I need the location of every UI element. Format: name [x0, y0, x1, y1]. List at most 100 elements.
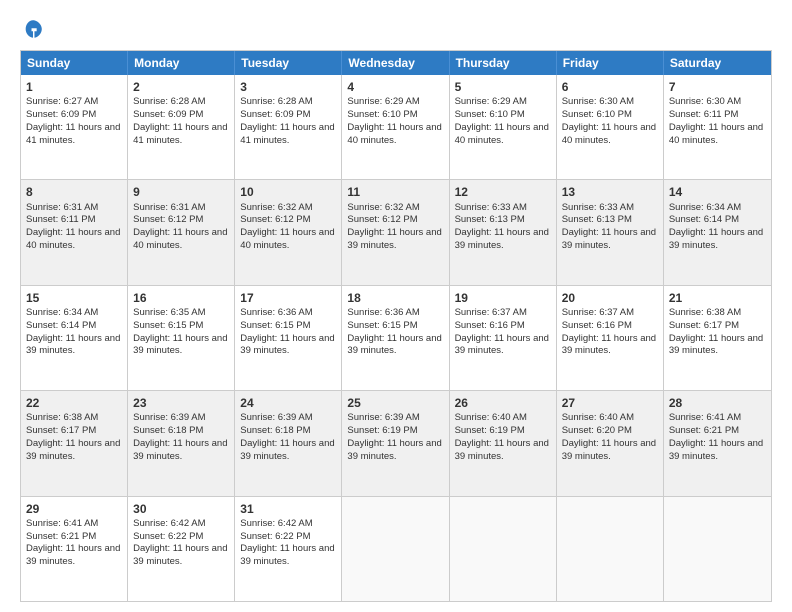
day-info: Sunset: 6:09 PM	[240, 109, 336, 122]
calendar-day-12: 12Sunrise: 6:33 AMSunset: 6:13 PMDayligh…	[450, 180, 557, 284]
header-cell-thursday: Thursday	[450, 51, 557, 75]
calendar-day-31: 31Sunrise: 6:42 AMSunset: 6:22 PMDayligh…	[235, 497, 342, 601]
calendar-day-4: 4Sunrise: 6:29 AMSunset: 6:10 PMDaylight…	[342, 75, 449, 179]
day-info: Sunset: 6:19 PM	[347, 425, 443, 438]
day-number: 13	[562, 184, 658, 200]
header	[20, 18, 772, 40]
header-cell-monday: Monday	[128, 51, 235, 75]
calendar-day-22: 22Sunrise: 6:38 AMSunset: 6:17 PMDayligh…	[21, 391, 128, 495]
day-info: Sunset: 6:13 PM	[562, 214, 658, 227]
day-info: Daylight: 11 hours and 39 minutes.	[562, 333, 658, 359]
day-info: Sunset: 6:10 PM	[347, 109, 443, 122]
calendar: SundayMondayTuesdayWednesdayThursdayFrid…	[20, 50, 772, 602]
day-info: Sunrise: 6:41 AM	[26, 518, 122, 531]
header-cell-saturday: Saturday	[664, 51, 771, 75]
calendar-week-2: 8Sunrise: 6:31 AMSunset: 6:11 PMDaylight…	[21, 179, 771, 284]
day-info: Daylight: 11 hours and 41 minutes.	[133, 122, 229, 148]
day-info: Sunrise: 6:27 AM	[26, 96, 122, 109]
day-number: 24	[240, 395, 336, 411]
calendar-day-28: 28Sunrise: 6:41 AMSunset: 6:21 PMDayligh…	[664, 391, 771, 495]
day-info: Sunset: 6:10 PM	[455, 109, 551, 122]
day-number: 20	[562, 290, 658, 306]
day-info: Sunset: 6:21 PM	[669, 425, 766, 438]
day-number: 10	[240, 184, 336, 200]
day-info: Sunrise: 6:34 AM	[669, 202, 766, 215]
day-info: Sunrise: 6:36 AM	[240, 307, 336, 320]
day-info: Sunset: 6:12 PM	[347, 214, 443, 227]
day-info: Sunrise: 6:42 AM	[240, 518, 336, 531]
day-number: 1	[26, 79, 122, 95]
day-info: Sunrise: 6:33 AM	[455, 202, 551, 215]
day-info: Sunrise: 6:29 AM	[347, 96, 443, 109]
day-info: Sunrise: 6:32 AM	[240, 202, 336, 215]
calendar-day-20: 20Sunrise: 6:37 AMSunset: 6:16 PMDayligh…	[557, 286, 664, 390]
day-number: 25	[347, 395, 443, 411]
day-info: Sunrise: 6:32 AM	[347, 202, 443, 215]
header-cell-wednesday: Wednesday	[342, 51, 449, 75]
day-info: Sunrise: 6:29 AM	[455, 96, 551, 109]
day-info: Daylight: 11 hours and 39 minutes.	[669, 333, 766, 359]
calendar-day-29: 29Sunrise: 6:41 AMSunset: 6:21 PMDayligh…	[21, 497, 128, 601]
calendar-day-13: 13Sunrise: 6:33 AMSunset: 6:13 PMDayligh…	[557, 180, 664, 284]
day-info: Daylight: 11 hours and 39 minutes.	[240, 438, 336, 464]
calendar-day-7: 7Sunrise: 6:30 AMSunset: 6:11 PMDaylight…	[664, 75, 771, 179]
day-info: Daylight: 11 hours and 39 minutes.	[347, 438, 443, 464]
calendar-day-25: 25Sunrise: 6:39 AMSunset: 6:19 PMDayligh…	[342, 391, 449, 495]
day-number: 23	[133, 395, 229, 411]
calendar-day-empty	[342, 497, 449, 601]
day-info: Daylight: 11 hours and 39 minutes.	[562, 438, 658, 464]
day-info: Sunrise: 6:28 AM	[240, 96, 336, 109]
calendar-body: 1Sunrise: 6:27 AMSunset: 6:09 PMDaylight…	[21, 75, 771, 601]
day-info: Daylight: 11 hours and 41 minutes.	[26, 122, 122, 148]
calendar-day-26: 26Sunrise: 6:40 AMSunset: 6:19 PMDayligh…	[450, 391, 557, 495]
day-info: Daylight: 11 hours and 39 minutes.	[562, 227, 658, 253]
calendar-week-5: 29Sunrise: 6:41 AMSunset: 6:21 PMDayligh…	[21, 496, 771, 601]
calendar-day-1: 1Sunrise: 6:27 AMSunset: 6:09 PMDaylight…	[21, 75, 128, 179]
day-info: Sunrise: 6:37 AM	[562, 307, 658, 320]
day-info: Daylight: 11 hours and 41 minutes.	[240, 122, 336, 148]
day-number: 3	[240, 79, 336, 95]
calendar-day-17: 17Sunrise: 6:36 AMSunset: 6:15 PMDayligh…	[235, 286, 342, 390]
header-cell-friday: Friday	[557, 51, 664, 75]
logo	[20, 18, 44, 40]
calendar-day-10: 10Sunrise: 6:32 AMSunset: 6:12 PMDayligh…	[235, 180, 342, 284]
day-info: Sunset: 6:18 PM	[240, 425, 336, 438]
calendar-day-27: 27Sunrise: 6:40 AMSunset: 6:20 PMDayligh…	[557, 391, 664, 495]
day-info: Sunset: 6:15 PM	[240, 320, 336, 333]
calendar-day-18: 18Sunrise: 6:36 AMSunset: 6:15 PMDayligh…	[342, 286, 449, 390]
day-number: 14	[669, 184, 766, 200]
day-number: 16	[133, 290, 229, 306]
day-info: Daylight: 11 hours and 39 minutes.	[669, 438, 766, 464]
calendar-day-5: 5Sunrise: 6:29 AMSunset: 6:10 PMDaylight…	[450, 75, 557, 179]
calendar-day-30: 30Sunrise: 6:42 AMSunset: 6:22 PMDayligh…	[128, 497, 235, 601]
page: SundayMondayTuesdayWednesdayThursdayFrid…	[0, 0, 792, 612]
day-number: 11	[347, 184, 443, 200]
day-number: 4	[347, 79, 443, 95]
day-number: 17	[240, 290, 336, 306]
day-info: Sunrise: 6:36 AM	[347, 307, 443, 320]
day-number: 12	[455, 184, 551, 200]
day-info: Sunset: 6:11 PM	[26, 214, 122, 227]
day-info: Sunset: 6:22 PM	[133, 531, 229, 544]
header-cell-tuesday: Tuesday	[235, 51, 342, 75]
day-info: Sunset: 6:14 PM	[669, 214, 766, 227]
day-info: Daylight: 11 hours and 39 minutes.	[240, 333, 336, 359]
day-info: Sunset: 6:21 PM	[26, 531, 122, 544]
calendar-week-4: 22Sunrise: 6:38 AMSunset: 6:17 PMDayligh…	[21, 390, 771, 495]
day-info: Sunset: 6:09 PM	[133, 109, 229, 122]
day-info: Sunrise: 6:39 AM	[347, 412, 443, 425]
calendar-day-16: 16Sunrise: 6:35 AMSunset: 6:15 PMDayligh…	[128, 286, 235, 390]
calendar-day-empty	[450, 497, 557, 601]
day-info: Daylight: 11 hours and 39 minutes.	[133, 543, 229, 569]
day-info: Sunrise: 6:31 AM	[133, 202, 229, 215]
day-info: Sunset: 6:20 PM	[562, 425, 658, 438]
day-info: Sunset: 6:17 PM	[669, 320, 766, 333]
day-number: 30	[133, 501, 229, 517]
day-info: Sunrise: 6:35 AM	[133, 307, 229, 320]
day-info: Sunset: 6:17 PM	[26, 425, 122, 438]
day-info: Sunrise: 6:40 AM	[562, 412, 658, 425]
day-info: Daylight: 11 hours and 39 minutes.	[455, 438, 551, 464]
day-info: Sunrise: 6:31 AM	[26, 202, 122, 215]
day-info: Daylight: 11 hours and 40 minutes.	[455, 122, 551, 148]
day-info: Sunrise: 6:30 AM	[562, 96, 658, 109]
